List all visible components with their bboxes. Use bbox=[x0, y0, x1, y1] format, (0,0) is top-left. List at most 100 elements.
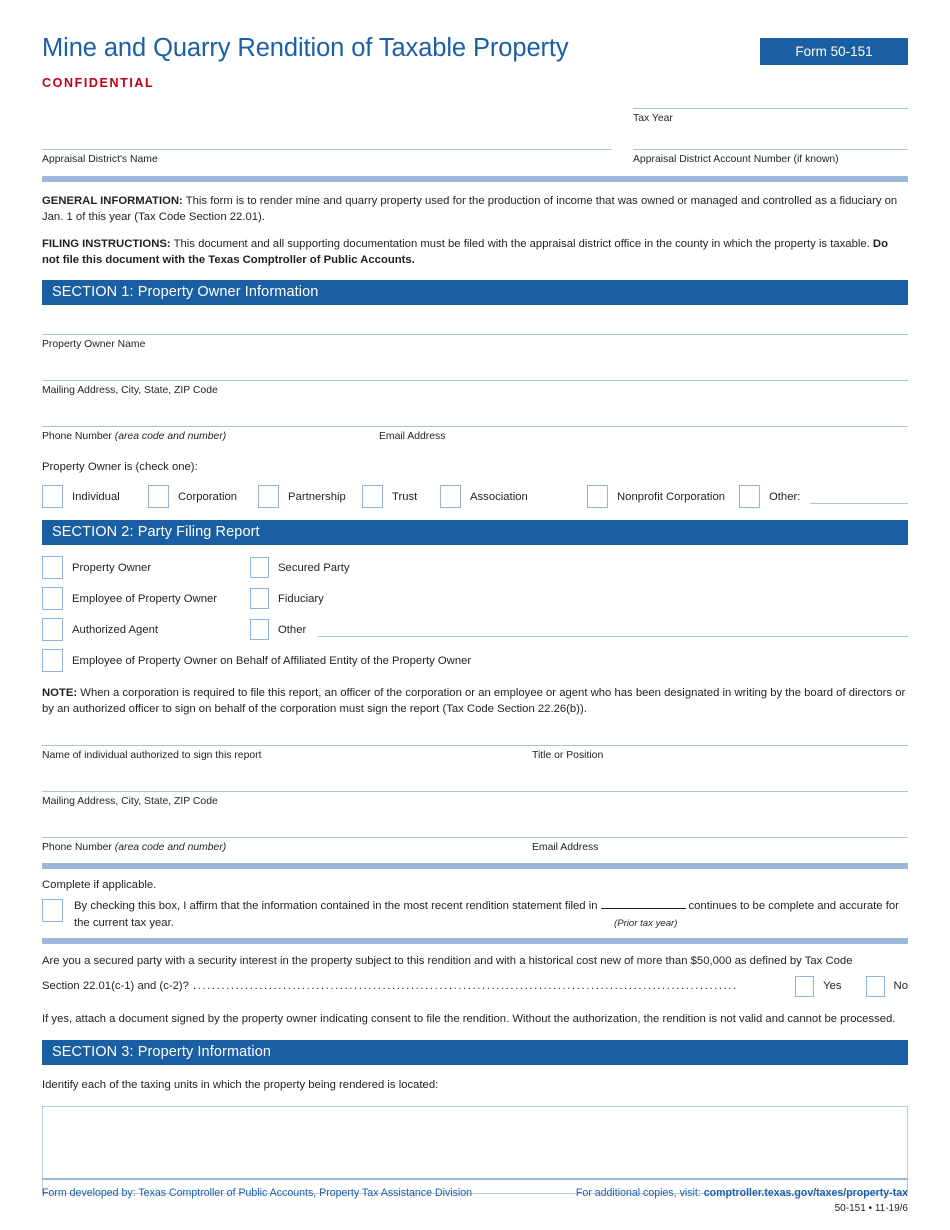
signer-phone-field[interactable]: Phone Number (area code and number) bbox=[42, 837, 532, 854]
general-information-label: GENERAL INFORMATION: bbox=[42, 195, 183, 208]
owner-mailing-address-label: Mailing Address, City, State, ZIP Code bbox=[42, 385, 218, 397]
party-row: Authorized Agent Other bbox=[42, 618, 908, 642]
top-field-block: Tax Year Appraisal District's Name Appra… bbox=[42, 108, 908, 176]
owner-email-field[interactable]: Email Address bbox=[379, 426, 908, 443]
party-other-input[interactable] bbox=[318, 624, 908, 638]
checkbox-icon[interactable] bbox=[795, 975, 815, 997]
checkbox-icon[interactable] bbox=[865, 975, 885, 997]
checkbox-icon[interactable] bbox=[250, 557, 269, 579]
party-affiliated-entity-label: Employee of Property Owner on Behalf of … bbox=[72, 654, 472, 667]
owner-email-label: Email Address bbox=[379, 431, 446, 443]
party-other[interactable]: Other bbox=[250, 619, 908, 641]
owner-type-other[interactable]: Other: bbox=[739, 485, 908, 509]
divider-bar-top bbox=[42, 176, 908, 183]
party-authorized-agent[interactable]: Authorized Agent bbox=[42, 618, 250, 642]
checkbox-icon[interactable] bbox=[42, 485, 63, 509]
owner-type-individual[interactable]: Individual bbox=[42, 485, 148, 509]
owner-type-association-label: Association bbox=[470, 490, 528, 503]
divider-bar-affirm-top bbox=[42, 863, 908, 870]
form-header: Mine and Quarry Rendition of Taxable Pro… bbox=[42, 0, 908, 90]
confidential-label: CONFIDENTIAL bbox=[42, 76, 155, 91]
owner-type-other-label: Other: bbox=[769, 490, 801, 503]
filing-instructions-paragraph: FILING INSTRUCTIONS: This document and a… bbox=[42, 236, 908, 268]
signer-mailing-address-label: Mailing Address, City, State, ZIP Code bbox=[42, 796, 218, 808]
taxing-units-prompt: Identify each of the taxing units in whi… bbox=[42, 1078, 439, 1091]
section-2-body: Property Owner Secured Party Employee of… bbox=[42, 556, 908, 854]
owner-name-field[interactable]: Property Owner Name bbox=[42, 334, 908, 351]
form-number-badge: Form 50-151 bbox=[760, 38, 908, 65]
corporation-note: NOTE: When a corporation is required to … bbox=[42, 685, 908, 717]
checkbox-icon[interactable] bbox=[739, 485, 760, 509]
checkbox-icon[interactable] bbox=[440, 485, 461, 509]
prior-tax-year-caption: (Prior tax year) bbox=[614, 918, 678, 930]
signer-contact-row: Phone Number (area code and number) Emai… bbox=[42, 837, 908, 854]
party-authorized-agent-label: Authorized Agent bbox=[72, 623, 159, 636]
checkbox-icon[interactable] bbox=[250, 588, 269, 610]
divider-bar-affirm-bottom bbox=[42, 937, 908, 944]
section-3-header: SECTION 3: Property Information bbox=[42, 1039, 908, 1065]
complete-if-applicable-label: Complete if applicable. bbox=[42, 879, 157, 892]
party-fiduciary-label: Fiduciary bbox=[278, 592, 324, 605]
footer-rule bbox=[42, 1177, 908, 1180]
secured-party-no-label: No bbox=[893, 979, 908, 992]
party-row: Employee of Property Owner Fiduciary bbox=[42, 587, 908, 611]
owner-type-trust[interactable]: Trust bbox=[362, 485, 440, 509]
filing-instructions-text: This document and all supporting documen… bbox=[170, 238, 873, 251]
note-label: NOTE: bbox=[42, 687, 78, 700]
owner-type-partnership[interactable]: Partnership bbox=[258, 485, 362, 509]
footer-copies-prefix: For additional copies, visit: bbox=[575, 1187, 704, 1199]
party-employee-of-property-owner[interactable]: Employee of Property Owner bbox=[42, 587, 250, 611]
party-property-owner[interactable]: Property Owner bbox=[42, 556, 250, 580]
owner-type-association[interactable]: Association bbox=[440, 485, 587, 509]
checkbox-icon[interactable] bbox=[42, 587, 63, 611]
owner-name-label: Property Owner Name bbox=[42, 339, 146, 351]
owner-type-other-input[interactable] bbox=[810, 491, 908, 505]
form-page: Mine and Quarry Rendition of Taxable Pro… bbox=[0, 0, 950, 1230]
account-number-field: Appraisal District Account Number (if kn… bbox=[633, 149, 908, 166]
owner-type-trust-label: Trust bbox=[392, 490, 418, 503]
section-1-header: SECTION 1: Property Owner Information bbox=[42, 280, 908, 306]
signer-title-label: Title or Position bbox=[532, 750, 604, 762]
section-1-body: Property Owner Name Mailing Address, Cit… bbox=[42, 334, 908, 509]
party-secured-party[interactable]: Secured Party bbox=[250, 557, 908, 579]
owner-type-corporation[interactable]: Corporation bbox=[148, 485, 258, 509]
party-employee-label: Employee of Property Owner bbox=[72, 592, 218, 605]
signer-mailing-address-field[interactable]: Mailing Address, City, State, ZIP Code bbox=[42, 791, 908, 808]
owner-mailing-address-field[interactable]: Mailing Address, City, State, ZIP Code bbox=[42, 380, 908, 397]
secured-party-question-line2-row: Section 22.01(c-1) and (c-2)? ..........… bbox=[42, 975, 908, 997]
section-2-header: SECTION 2: Party Filing Report bbox=[42, 520, 908, 546]
tax-year-label: Tax Year bbox=[633, 113, 673, 125]
checkbox-icon[interactable] bbox=[250, 619, 269, 641]
checkbox-icon[interactable] bbox=[148, 485, 169, 509]
signer-title-field[interactable]: Title or Position bbox=[532, 745, 908, 762]
checkbox-icon[interactable] bbox=[42, 618, 63, 642]
checkbox-icon[interactable] bbox=[258, 485, 279, 509]
checkbox-icon[interactable] bbox=[42, 556, 63, 580]
if-yes-instruction: If yes, attach a document signed by the … bbox=[42, 1012, 896, 1025]
party-affiliated-entity[interactable]: Employee of Property Owner on Behalf of … bbox=[42, 649, 908, 673]
secured-party-yes-label: Yes bbox=[823, 979, 842, 992]
owner-contact-row: Phone Number (area code and number) Emai… bbox=[42, 426, 908, 443]
note-text: When a corporation is required to file t… bbox=[42, 687, 906, 716]
party-row: Property Owner Secured Party bbox=[42, 556, 908, 580]
party-fiduciary[interactable]: Fiduciary bbox=[250, 588, 908, 610]
signer-row: Name of individual authorized to sign th… bbox=[42, 745, 908, 762]
secured-party-question: Are you a secured party with a security … bbox=[42, 953, 908, 997]
owner-phone-field[interactable]: Phone Number (area code and number) bbox=[42, 426, 379, 443]
checkbox-icon[interactable] bbox=[42, 649, 63, 673]
affirmation-checkbox-block[interactable]: By checking this box, I affirm that the … bbox=[42, 898, 908, 931]
checkbox-icon[interactable] bbox=[42, 899, 63, 923]
prior-tax-year-input[interactable] bbox=[600, 898, 686, 910]
checkbox-icon[interactable] bbox=[362, 485, 383, 509]
checkbox-icon[interactable] bbox=[587, 485, 608, 509]
secured-party-question-line1: Are you a secured party with a security … bbox=[42, 954, 853, 967]
party-secured-party-label: Secured Party bbox=[278, 561, 350, 574]
signer-email-field[interactable]: Email Address bbox=[532, 837, 908, 854]
affirmation-text-part1: By checking this box, I affirm that the … bbox=[74, 900, 598, 913]
owner-type-nonprofit-corporation[interactable]: Nonprofit Corporation bbox=[587, 485, 739, 509]
owner-type-corporation-label: Corporation bbox=[178, 490, 238, 503]
signer-name-field[interactable]: Name of individual authorized to sign th… bbox=[42, 745, 532, 762]
footer-website-link[interactable]: comptroller.texas.gov/taxes/property-tax bbox=[704, 1187, 908, 1199]
owner-type-individual-label: Individual bbox=[72, 490, 120, 503]
leader-dots: ........................................… bbox=[192, 979, 738, 992]
